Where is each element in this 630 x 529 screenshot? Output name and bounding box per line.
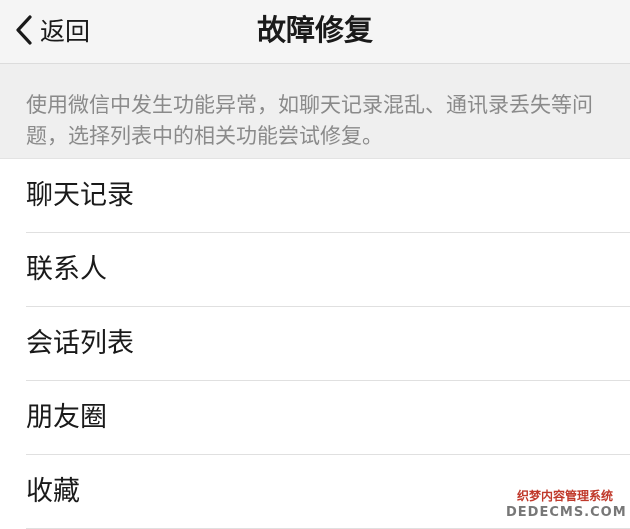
list-item-chat-history[interactable]: 聊天记录 — [0, 159, 630, 233]
list-item-contacts[interactable]: 联系人 — [0, 233, 630, 307]
list-item-chat-list[interactable]: 会话列表 — [0, 307, 630, 381]
nav-bar: 返回 故障修复 — [0, 0, 630, 64]
repair-list: 聊天记录 联系人 会话列表 朋友圈 收藏 — [0, 159, 630, 529]
page-title: 故障修复 — [0, 10, 630, 50]
watermark-logo: 织梦内容管理系统 DEDECMS.COM — [506, 488, 624, 524]
watermark-line2: DEDECMS.COM — [506, 505, 624, 521]
list-item-moments[interactable]: 朋友圈 — [0, 381, 630, 455]
description-text: 使用微信中发生功能异常，如聊天记录混乱、通讯录丢失等问题，选择列表中的相关功能尝… — [0, 64, 630, 159]
watermark-line1: 织梦内容管理系统 — [506, 488, 624, 505]
